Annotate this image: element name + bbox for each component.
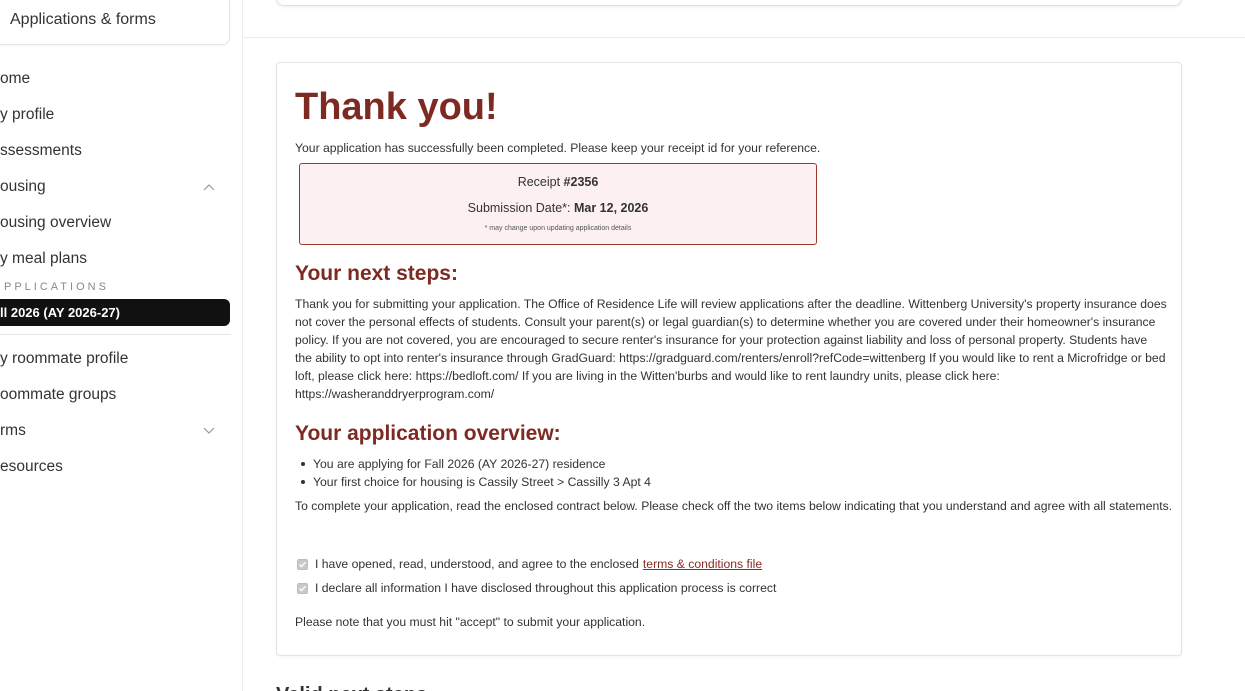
sidebar-item-label: ssessments (0, 142, 82, 159)
check-icon (299, 585, 307, 592)
sidebar-item-assessments[interactable]: ssessments (0, 138, 232, 164)
confirmation-card: Thank you! Your application has successf… (276, 62, 1182, 656)
receipt-label: Receipt (517, 175, 564, 189)
terms-checkbox-label: I have opened, read, understood, and agr… (315, 557, 639, 571)
applications-forms-card[interactable]: Applications & forms (0, 0, 230, 45)
terms-conditions-link[interactable]: terms & conditions file (643, 555, 762, 573)
page-title: Thank you! (295, 86, 498, 128)
declare-checkbox-row[interactable]: I declare all information I have disclos… (295, 579, 776, 597)
sidebar-item-label: oommate groups (0, 386, 117, 403)
applications-forms-label: Applications & forms (10, 11, 156, 28)
sidebar-item-label: ome (0, 70, 31, 87)
list-item: Your first choice for housing is Cassily… (295, 473, 1155, 491)
terms-checkbox-row[interactable]: I have opened, read, understood, and agr… (295, 555, 762, 573)
page: Applications & forms ome y profile ssess… (0, 0, 1245, 691)
check-icon (299, 561, 307, 568)
sidebar-item-forms[interactable]: rms (0, 418, 232, 444)
sidebar-item-housing[interactable]: ousing (0, 174, 232, 200)
submission-date-value: Mar 12, 2026 (573, 201, 649, 215)
sidebar-item-resources[interactable]: esources (0, 454, 232, 480)
header-divider (243, 37, 1245, 38)
chevron-up-icon[interactable] (203, 174, 215, 200)
receipt-id: #2356 (563, 175, 599, 189)
receipt-note: * may change upon updating application d… (484, 225, 632, 232)
top-card (276, 0, 1182, 6)
sidebar-item-roommate-groups[interactable]: oommate groups (0, 382, 232, 408)
sidebar-item-my-meal-plans[interactable]: y meal plans (0, 246, 232, 272)
sidebar-divider (0, 334, 231, 335)
sidebar-item-housing-overview[interactable]: ousing overview (0, 210, 232, 236)
declare-checkbox-label: I declare all information I have disclos… (315, 581, 777, 595)
sidebar-item-label: ousing (0, 178, 46, 195)
next-steps-heading: Your next steps: (295, 262, 458, 285)
sidebar-item-my-profile[interactable]: y profile (0, 102, 232, 128)
next-section-heading: Valid next steps (276, 684, 427, 691)
accept-note: Please note that you must hit "accept" t… (295, 615, 646, 629)
sidebar-item-label: rms (0, 422, 26, 439)
chevron-down-icon[interactable] (203, 418, 215, 444)
complete-instructions: To complete your application, read the e… (295, 499, 1173, 513)
applications-section-label: PPLICATIONS (4, 281, 109, 293)
list-item: You are applying for Fall 2026 (AY 2026-… (295, 455, 1155, 473)
sidebar-item-my-roommate-profile[interactable]: y roommate profile (0, 346, 232, 372)
sidebar-item-label: esources (0, 458, 63, 475)
sidebar-item-label: y meal plans (0, 250, 88, 267)
sidebar: Applications & forms ome y profile ssess… (0, 0, 243, 691)
sidebar-item-fall-2026[interactable]: ll 2026 (AY 2026-27) (0, 299, 230, 326)
intro-text: Your application has successfully been c… (295, 141, 821, 155)
terms-checkbox[interactable] (297, 558, 308, 570)
submission-date-label: Submission Date*: (467, 201, 574, 215)
sidebar-item-home[interactable]: ome (0, 66, 232, 92)
overview-list: You are applying for Fall 2026 (AY 2026-… (295, 455, 1155, 491)
sidebar-item-label: y profile (0, 106, 55, 123)
overview-heading: Your application overview: (295, 422, 561, 445)
declare-checkbox[interactable] (297, 582, 308, 594)
receipt-box: Receipt #2356 Submission Date*: Mar 12, … (299, 163, 817, 245)
submission-date-line: Submission Date*: Mar 12, 2026 (300, 201, 816, 215)
sidebar-item-label: ousing overview (0, 214, 112, 231)
main-content: Thank you! Your application has successf… (243, 0, 1245, 691)
next-steps-text: Thank you for submitting your applicatio… (295, 297, 1167, 401)
receipt-id-line: Receipt #2356 (300, 175, 816, 189)
sidebar-item-label: y roommate profile (0, 350, 129, 367)
